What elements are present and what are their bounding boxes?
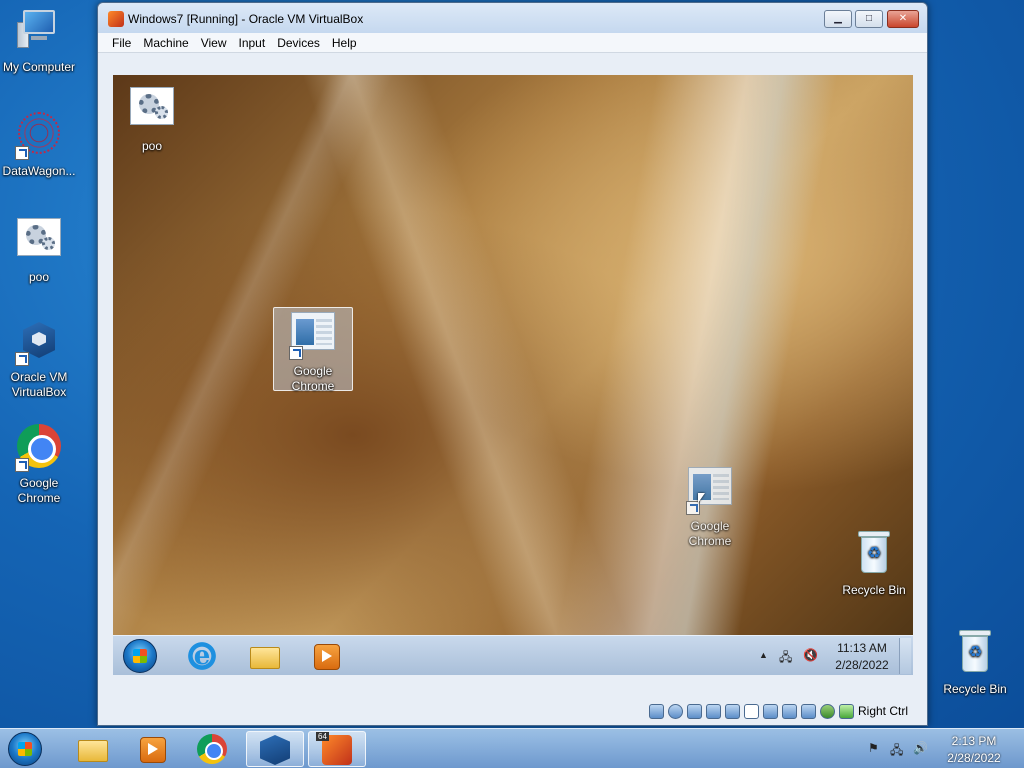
guest-icon-chrome-selected[interactable]: Google Chrome [273, 307, 353, 393]
desktop-icon-label: My Computer [2, 60, 76, 74]
desktop-icon-virtualbox[interactable]: Oracle VM VirtualBox [0, 318, 78, 400]
menu-file[interactable]: File [106, 33, 137, 52]
desktop-icon-my-computer[interactable]: My Computer [0, 8, 78, 75]
computer-icon [17, 8, 61, 52]
host-clock-time[interactable]: 2:13 PM [934, 733, 1014, 749]
tray-chevron-icon[interactable]: ▲ [759, 650, 768, 660]
desktop-icon-datawagon[interactable]: DataWagon... [0, 112, 78, 179]
start-button[interactable] [8, 732, 42, 766]
guest-icon-chrome-dragging[interactable]: Google Chrome [671, 467, 749, 549]
taskbar-virtualbox-vm[interactable] [308, 731, 366, 767]
shortcut-arrow-icon [15, 458, 29, 472]
volume-icon[interactable]: 🔊 [913, 741, 928, 755]
cpu-icon[interactable] [801, 704, 816, 719]
optical-drive-icon[interactable] [668, 704, 683, 719]
mouse-integration-icon[interactable] [820, 704, 835, 719]
desktop-icon-label: Recycle Bin [943, 682, 1007, 696]
desktop-icon-label: Google Chrome [291, 364, 335, 393]
host-taskbar: ⚑ 🖧 🔊 2:13 PM 2/28/2022 [0, 728, 1024, 768]
folder-icon [75, 734, 108, 764]
menu-bar: File Machine View Input Devices Help [98, 33, 927, 53]
virtualbox-window[interactable]: Windows7 [Running] - Oracle VM VirtualBo… [97, 2, 928, 726]
guest-display[interactable]: poo Google Chrome Google Chrome Recycle … [113, 75, 913, 675]
shortcut-arrow-icon [15, 146, 29, 160]
desktop-icon-chrome[interactable]: Google Chrome [0, 424, 78, 506]
taskbar-virtualbox-manager[interactable] [246, 731, 304, 767]
shared-folders-icon[interactable] [744, 704, 759, 719]
hard-disk-icon[interactable] [649, 704, 664, 719]
shortcut-arrow-icon [686, 501, 700, 515]
menu-input[interactable]: Input [233, 33, 272, 52]
virtualbox-vm-icon [316, 732, 352, 765]
gear-file-icon [130, 87, 174, 125]
shortcut-arrow-icon [289, 346, 303, 360]
guest-taskbar: e ▲ 🖧 🔇 11:13 AM 2/28/2022 [113, 635, 913, 675]
gear-file-icon [17, 218, 61, 256]
app-window-icon [291, 312, 335, 350]
app-window-icon [688, 467, 732, 505]
virtualbox-app-icon [108, 11, 124, 27]
usb-icon[interactable] [725, 704, 740, 719]
desktop-icon-label: poo [28, 270, 50, 284]
minimize-button[interactable]: ▁ [824, 10, 852, 28]
menu-view[interactable]: View [195, 33, 233, 52]
internet-explorer-icon[interactable]: e [185, 641, 219, 671]
close-button[interactable]: ✕ [887, 10, 919, 28]
shortcut-arrow-icon [15, 352, 29, 366]
desktop-icon-label: poo [141, 139, 163, 153]
chrome-icon [197, 734, 227, 764]
volume-muted-icon[interactable]: 🔇 [803, 648, 818, 662]
network-icon[interactable]: 🖧 [779, 648, 792, 669]
taskbar-media-player[interactable] [122, 731, 180, 767]
audio-icon[interactable] [687, 704, 702, 719]
keyboard-capture-icon[interactable] [839, 704, 854, 719]
title-bar[interactable]: Windows7 [Running] - Oracle VM VirtualBo… [98, 3, 927, 33]
guest-icon-poo[interactable]: poo [113, 87, 191, 154]
display-icon[interactable] [763, 704, 778, 719]
show-desktop-button[interactable] [899, 638, 911, 674]
window-title: Windows7 [Running] - Oracle VM VirtualBo… [128, 12, 364, 26]
taskbar-explorer[interactable] [62, 731, 120, 767]
guest-clock-date[interactable]: 2/28/2022 [825, 657, 899, 673]
recycle-bin-icon [858, 531, 890, 573]
desktop-icon-poo[interactable]: poo [0, 218, 78, 285]
guest-start-button[interactable] [123, 639, 157, 673]
guest-clock-time[interactable]: 11:13 AM [825, 640, 899, 656]
desktop-icon-label: Google Chrome [17, 476, 61, 505]
network-adapter-icon[interactable] [706, 704, 721, 719]
menu-devices[interactable]: Devices [271, 33, 326, 52]
flag-icon[interactable]: ⚑ [868, 741, 879, 755]
host-key-label[interactable]: Right Ctrl [858, 704, 908, 718]
mouse-cursor-icon [698, 493, 705, 503]
recycle-bin-icon [959, 630, 991, 672]
guest-icon-recycle-bin[interactable]: Recycle Bin [835, 531, 913, 598]
media-player-icon[interactable] [309, 641, 343, 671]
virtualbox-icon [260, 735, 290, 765]
desktop-icon-label: Recycle Bin [842, 583, 906, 597]
vm-status-bar: Right Ctrl [98, 699, 927, 725]
recording-icon[interactable] [782, 704, 797, 719]
desktop-icon-label: DataWagon... [2, 164, 76, 178]
desktop-icon-recycle-bin[interactable]: Recycle Bin [936, 630, 1014, 697]
host-clock-date[interactable]: 2/28/2022 [934, 750, 1014, 766]
network-icon[interactable]: 🖧 [890, 741, 903, 762]
taskbar-chrome[interactable] [184, 731, 242, 767]
media-player-icon [135, 734, 166, 764]
maximize-button[interactable]: □ [855, 10, 883, 28]
desktop-icon-label: Google Chrome [688, 519, 732, 548]
menu-help[interactable]: Help [326, 33, 363, 52]
folder-icon[interactable] [247, 641, 281, 671]
desktop-icon-label: Oracle VM VirtualBox [10, 370, 68, 399]
menu-machine[interactable]: Machine [137, 33, 194, 52]
